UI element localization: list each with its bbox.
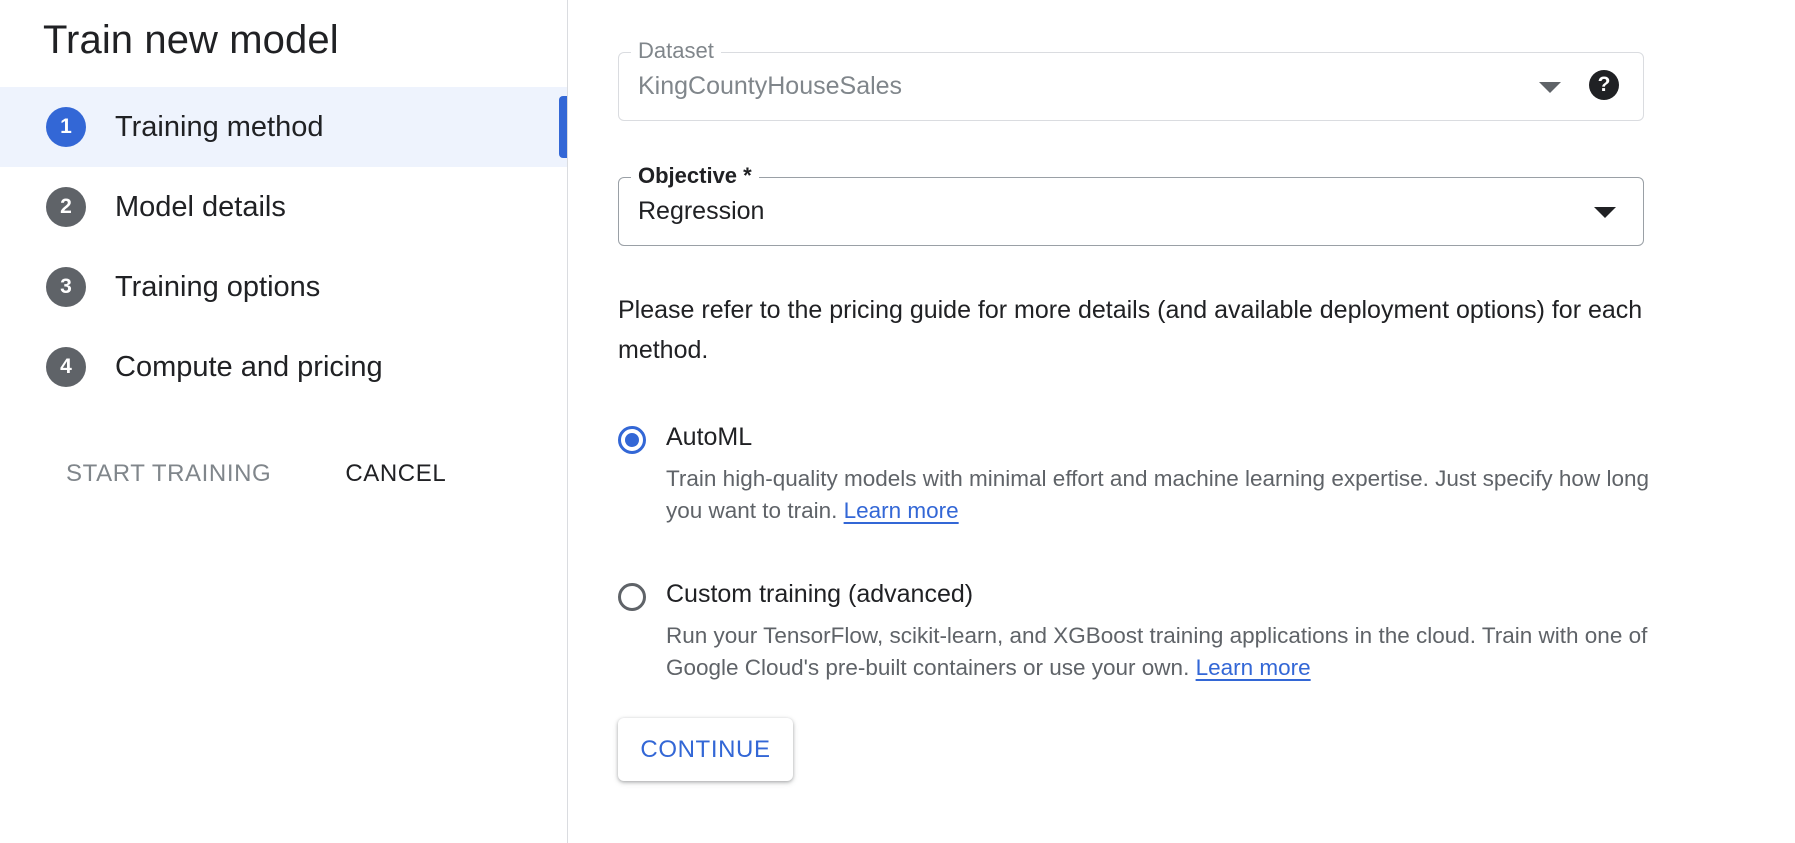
objective-value: Regression	[638, 197, 765, 225]
train-new-model-app: Train new model 1 Training method 2 Mode…	[0, 0, 1795, 843]
step-training-method[interactable]: 1 Training method	[0, 87, 567, 167]
stepper-actions: START TRAINING CANCEL	[44, 452, 468, 496]
custom-training-description: Run your TensorFlow, scikit-learn, and X…	[666, 620, 1666, 684]
training-method-form: Dataset KingCountyHouseSales ? Objective…	[568, 0, 1795, 843]
continue-button[interactable]: CONTINUE	[618, 718, 793, 781]
objective-select[interactable]: Objective * Regression	[618, 163, 1644, 246]
custom-training-radio[interactable]	[618, 583, 646, 611]
cancel-button[interactable]: CANCEL	[323, 452, 468, 496]
step-model-details[interactable]: 2 Model details	[0, 167, 567, 247]
custom-training-learn-more-link[interactable]: Learn more	[1196, 655, 1311, 680]
dataset-value: KingCountyHouseSales	[638, 72, 903, 100]
start-training-button[interactable]: START TRAINING	[44, 452, 293, 496]
step-number-badge: 2	[46, 187, 86, 227]
step-list: 1 Training method 2 Model details 3 Trai…	[0, 87, 567, 407]
caret-down-icon	[1539, 82, 1561, 93]
automl-learn-more-link[interactable]: Learn more	[844, 498, 959, 523]
automl-radio[interactable]	[618, 426, 646, 454]
pricing-note: Please refer to the pricing guide for mo…	[618, 296, 1643, 364]
automl-description: Train high-quality models with minimal e…	[666, 463, 1666, 527]
automl-description-text: Train high-quality models with minimal e…	[666, 466, 1649, 523]
step-label: Training method	[115, 110, 324, 143]
custom-training-title[interactable]: Custom training (advanced)	[666, 580, 973, 609]
step-label: Model details	[115, 190, 286, 223]
automl-title[interactable]: AutoML	[666, 423, 752, 452]
stepper-panel: Train new model 1 Training method 2 Mode…	[0, 0, 568, 843]
page-title: Train new model	[43, 18, 339, 62]
caret-down-icon	[1594, 207, 1616, 218]
dataset-select[interactable]: Dataset KingCountyHouseSales ?	[618, 38, 1644, 121]
step-number-badge: 1	[46, 107, 86, 147]
step-training-options[interactable]: 3 Training options	[0, 247, 567, 327]
custom-training-description-text: Run your TensorFlow, scikit-learn, and X…	[666, 623, 1648, 680]
step-number-badge: 3	[46, 267, 86, 307]
help-circle-icon[interactable]: ?	[1589, 70, 1619, 100]
step-compute-and-pricing[interactable]: 4 Compute and pricing	[0, 327, 567, 407]
dataset-label: Dataset	[631, 38, 721, 64]
objective-label: Objective *	[631, 163, 759, 189]
step-label: Compute and pricing	[115, 350, 383, 383]
step-label: Training options	[115, 270, 321, 303]
step-number-badge: 4	[46, 347, 86, 387]
